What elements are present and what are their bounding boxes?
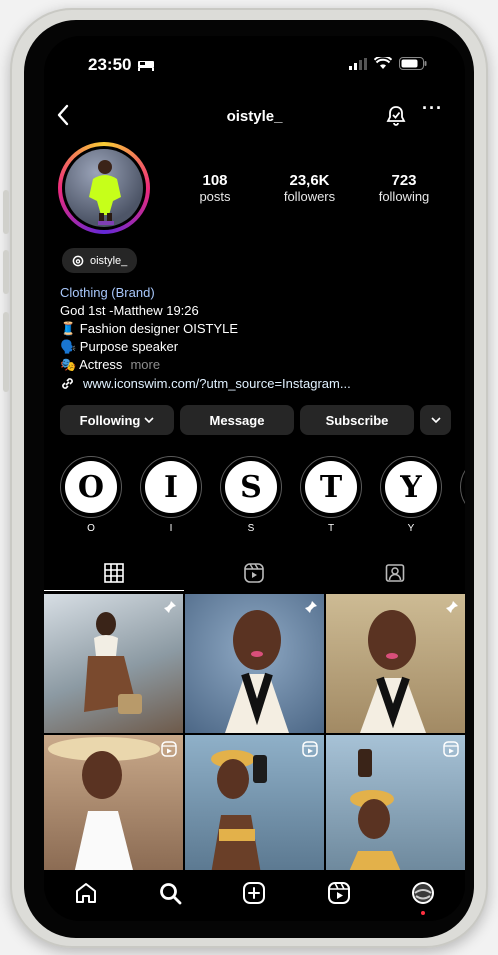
post-photo	[84, 612, 142, 714]
post-photo	[225, 610, 289, 733]
bio-line: God 1st -Matthew 19:26	[60, 303, 199, 318]
nav-create[interactable]	[234, 881, 274, 905]
highlight-o[interactable]: O O	[60, 456, 122, 534]
grid-icon	[104, 563, 124, 583]
grid-post[interactable]	[326, 594, 465, 733]
pin-icon	[305, 601, 317, 613]
threads-badge[interactable]: oistyle_	[62, 248, 138, 273]
grid-post[interactable]	[44, 735, 183, 874]
profile-avatar[interactable]	[58, 142, 150, 234]
highlight-cover: O	[65, 461, 117, 513]
grid-post[interactable]	[185, 735, 324, 874]
profile-bio: Clothing (Brand) God 1st -Matthew 19:26 …	[60, 284, 238, 374]
battery-icon	[399, 57, 427, 70]
notifications-button[interactable]	[385, 105, 407, 132]
highlight-cover: S	[225, 461, 277, 513]
following-button[interactable]: Following	[60, 405, 174, 435]
bell-check-icon	[386, 106, 406, 126]
bed-icon	[138, 61, 155, 71]
status-bar: 23:50	[44, 36, 465, 96]
highlight-cover: T	[305, 461, 357, 513]
suggested-dropdown-button[interactable]	[420, 405, 451, 435]
reel-icon	[161, 741, 177, 757]
app-screen: 23:50 oistyle_ ··· 108 posts 23,6K follo…	[44, 36, 465, 921]
highlight-cover: I	[145, 461, 197, 513]
nav-reels[interactable]	[319, 881, 359, 905]
reels-icon	[244, 563, 265, 583]
more-options-button[interactable]: ···	[422, 98, 443, 119]
stat-following[interactable]: 723 following	[359, 172, 449, 204]
profile-stats: 108 posts 23,6K followers 723 following	[170, 172, 449, 204]
story-highlights: O O I I S S T T Y Y	[60, 456, 465, 534]
highlight-partial[interactable]	[460, 456, 465, 534]
phone-side-button	[3, 250, 9, 294]
tagged-icon	[385, 564, 405, 582]
notification-dot	[420, 911, 425, 915]
grid-post[interactable]	[44, 594, 183, 733]
tab-tagged[interactable]	[325, 556, 465, 590]
tab-posts-grid[interactable]	[44, 556, 184, 590]
chevron-down-icon	[430, 417, 441, 423]
message-button[interactable]: Message	[180, 405, 294, 435]
highlight-cover: Y	[385, 461, 437, 513]
nav-search[interactable]	[150, 881, 190, 905]
signal-icon	[349, 57, 367, 70]
reel-icon	[443, 741, 459, 757]
profile-avatar-icon	[411, 882, 434, 904]
phone-side-button	[3, 190, 9, 234]
highlight-s[interactable]: S S	[220, 456, 282, 534]
profile-link[interactable]: www.iconswim.com/?utm_source=Instagram..…	[60, 376, 351, 391]
tab-reels[interactable]	[184, 556, 324, 590]
pin-icon	[164, 601, 176, 613]
posts-grid	[44, 594, 465, 874]
wifi-icon	[374, 57, 392, 69]
profile-tabs	[44, 556, 465, 590]
highlight-t[interactable]: T T	[300, 456, 362, 534]
link-icon	[62, 378, 73, 389]
status-time: 23:50	[88, 55, 155, 75]
status-icons	[349, 57, 427, 70]
create-icon	[243, 882, 266, 904]
bio-line: 🗣️ Purpose speaker	[60, 339, 179, 354]
nav-profile[interactable]	[403, 881, 443, 915]
subscribe-button[interactable]: Subscribe	[300, 405, 414, 435]
stat-posts[interactable]: 108 posts	[170, 172, 260, 204]
post-photo	[360, 610, 426, 733]
bio-more-link[interactable]: more	[130, 357, 160, 372]
bio-category: Clothing (Brand)	[60, 285, 155, 300]
bio-line: 🧵 Fashion designer OISTYLE	[60, 321, 239, 336]
active-tab-indicator	[44, 590, 184, 591]
home-icon	[76, 883, 97, 903]
chevron-down-icon	[144, 417, 154, 423]
reel-icon	[302, 741, 318, 757]
pin-icon	[446, 601, 458, 613]
grid-post[interactable]	[185, 594, 324, 733]
threads-icon	[72, 255, 84, 266]
reels-icon	[327, 882, 350, 904]
search-icon	[160, 883, 182, 905]
avatar-figure	[89, 160, 121, 225]
phone-side-button	[3, 312, 9, 392]
highlight-y[interactable]: Y Y	[380, 456, 442, 534]
bio-line-last: 🎭 Actress more	[60, 357, 161, 372]
bottom-navigation	[44, 870, 465, 921]
highlight-i[interactable]: I I	[140, 456, 202, 534]
avatar-photo	[65, 149, 143, 227]
nav-home[interactable]	[66, 881, 106, 905]
profile-header: oistyle_ ···	[44, 98, 465, 132]
stat-followers[interactable]: 23,6K followers	[265, 172, 355, 204]
action-buttons: Following Message Subscribe	[60, 405, 451, 435]
grid-post[interactable]	[326, 735, 465, 874]
